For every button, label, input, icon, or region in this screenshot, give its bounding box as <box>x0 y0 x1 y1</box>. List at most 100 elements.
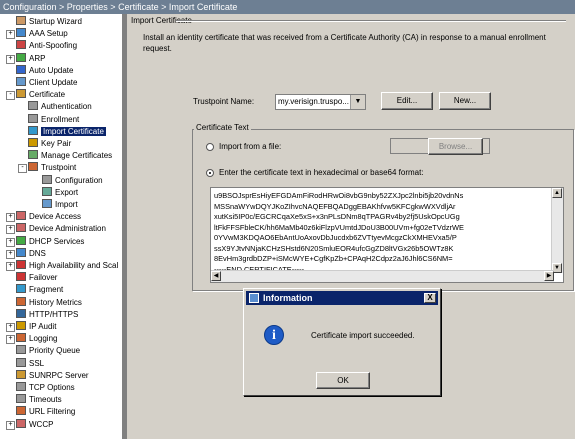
tree-item-label: ARP <box>29 53 46 63</box>
horizontal-scrollbar[interactable]: ◀ ▶ <box>211 270 554 282</box>
tree-item[interactable]: Enrollment <box>28 113 80 126</box>
trustpoint-select[interactable]: my.verisign.truspo... ▼ <box>275 94 366 110</box>
tree-item[interactable]: + Logging <box>6 333 57 345</box>
arp-icon <box>16 52 26 62</box>
vertical-scrollbar[interactable]: ▲ ▼ <box>551 188 563 273</box>
close-icon[interactable]: X <box>424 293 436 303</box>
tree-item-label: SSL <box>29 358 45 368</box>
scroll-right-icon[interactable]: ▶ <box>544 271 554 281</box>
tree-item[interactable]: Manage Certificates <box>28 150 112 162</box>
tree-item[interactable]: + WCCP <box>6 418 54 431</box>
tree-item[interactable]: + Device Access <box>6 211 81 223</box>
chevron-down-icon[interactable]: ▼ <box>350 95 365 109</box>
tree-item[interactable]: SSL <box>16 357 45 370</box>
tree-item-label: TCP Options <box>29 383 75 392</box>
tree-item[interactable]: Fragment <box>16 284 63 296</box>
browse-button[interactable]: Browse... <box>428 138 483 155</box>
certificate-text-group-title: Certificate Text <box>194 123 251 132</box>
tree-item[interactable]: Configuration <box>42 174 103 187</box>
tree-item[interactable]: Client Update <box>16 77 77 89</box>
breadcrumb: Configuration > Properties > Certificate… <box>0 0 575 14</box>
wizard-icon <box>16 16 26 25</box>
tree-item-label: Failover <box>29 273 58 283</box>
expand-icon[interactable]: + <box>6 335 15 345</box>
fragment-icon <box>16 284 26 294</box>
enter-text-label: Enter the certificate text in hexadecima… <box>219 168 424 177</box>
tree-item[interactable]: Key Pair <box>28 138 71 150</box>
auto-update-icon <box>16 64 26 74</box>
expand-icon[interactable]: + <box>6 54 15 64</box>
expand-icon[interactable]: + <box>6 237 15 247</box>
ssl-icon <box>16 357 26 367</box>
tree-item[interactable]: Anti-Spoofing <box>16 40 77 52</box>
tree-item[interactable]: Startup Wizard <box>16 16 82 28</box>
tree-item[interactable]: URL Filtering <box>16 406 75 418</box>
expand-icon[interactable]: + <box>6 420 15 430</box>
panel-divider[interactable] <box>124 14 127 439</box>
tree-item-label: WCCP <box>29 419 54 429</box>
expand-icon[interactable]: + <box>6 323 15 332</box>
tree-item[interactable]: HTTP/HTTPS <box>16 308 79 321</box>
dhcp-services-icon <box>16 235 26 245</box>
tree-item[interactable]: + High Availability and Scal <box>6 260 119 272</box>
tree-item-label: Trustpoint <box>41 163 77 173</box>
tree-item-label: Certificate <box>29 90 66 100</box>
tree-item-label: High Availability and Scal <box>29 261 119 270</box>
scroll-left-icon[interactable]: ◀ <box>211 271 221 281</box>
tree-item-label: Import <box>55 200 78 209</box>
tree-item[interactable]: SUNRPC Server <box>16 369 89 382</box>
tree-item[interactable]: Timeouts <box>16 394 62 406</box>
tree-item-label: Anti-Spoofing <box>29 41 78 51</box>
tree-item[interactable]: Auto Update <box>16 64 73 77</box>
expand-icon[interactable]: + <box>6 213 15 223</box>
tree-item[interactable]: Export <box>42 186 78 199</box>
collapse-icon[interactable]: - <box>6 91 15 101</box>
client-update-icon <box>16 77 26 86</box>
collapse-icon[interactable]: - <box>18 164 27 174</box>
tree-item[interactable]: Priority Queue <box>16 345 80 357</box>
tree-item[interactable]: Import <box>42 199 78 211</box>
expand-icon[interactable]: + <box>6 249 15 259</box>
tree-item[interactable]: TCP Options <box>16 382 75 394</box>
edit-button[interactable]: Edit... <box>381 92 433 110</box>
new-button[interactable]: New... <box>439 92 491 110</box>
dialog-titlebar[interactable]: Information X <box>246 291 438 305</box>
tree-item[interactable]: Authentication <box>28 101 92 113</box>
tree-item-label: IP Audit <box>29 322 57 331</box>
tree-item[interactable]: + ARP <box>6 52 46 65</box>
app-icon <box>249 293 259 303</box>
tree-item[interactable]: Import Certificate <box>28 125 106 138</box>
priority-queue-icon <box>16 345 26 355</box>
tree-item[interactable]: History Metrics <box>16 296 82 309</box>
tree-item[interactable]: - Trustpoint <box>18 162 77 174</box>
certificate-text-line: ssX9YJtvNNjaKCHzSHstd6N20SmluEOR4ufcGgZD… <box>214 243 454 253</box>
device-access-icon <box>16 211 26 221</box>
expand-icon[interactable]: + <box>6 30 15 40</box>
import-from-file-radio[interactable] <box>206 143 214 151</box>
certificate-text-line: xutKsi5IP0c/EGCRCqaXe5xS+x3nPLsDNm8qTPAG… <box>214 212 460 221</box>
tree-item[interactable]: + IP Audit <box>6 321 57 333</box>
import-icon <box>42 199 52 208</box>
expand-icon[interactable]: + <box>6 262 15 271</box>
certificate-textarea[interactable]: u9BSOJsprEsHiyEFGDAmFiRodHRwOi8vbG9nby52… <box>210 187 564 283</box>
tcp-options-icon <box>16 382 26 391</box>
tree-item-label: Manage Certificates <box>41 151 113 161</box>
tree-item[interactable]: Failover <box>16 272 57 284</box>
tree-item[interactable]: + Device Administration <box>6 223 106 235</box>
sunrpc-icon <box>16 369 26 379</box>
expand-icon[interactable]: + <box>6 225 15 235</box>
history-metrics-icon <box>16 296 26 306</box>
tree-item-label: Device Administration <box>29 224 106 234</box>
tree-item-label: Enrollment <box>41 114 80 124</box>
enter-text-radio[interactable] <box>206 169 214 177</box>
ok-button[interactable]: OK <box>316 372 370 389</box>
tree-item-label: HTTP/HTTPS <box>29 309 79 319</box>
tree-item[interactable]: + DNS <box>6 247 46 260</box>
tree-item[interactable]: + DHCP Services <box>6 235 84 248</box>
scroll-up-icon[interactable]: ▲ <box>552 188 562 198</box>
tree-item-label: Startup Wizard <box>29 17 82 26</box>
tree-item-label: History Metrics <box>29 297 82 307</box>
tree-item[interactable]: + AAA Setup <box>6 28 68 40</box>
certificate-text-line: u9BSOJsprEsHiyEFGDAmFiRodHRwOi8vbG9nby52… <box>214 191 464 200</box>
tree-item[interactable]: - Certificate <box>6 89 66 101</box>
